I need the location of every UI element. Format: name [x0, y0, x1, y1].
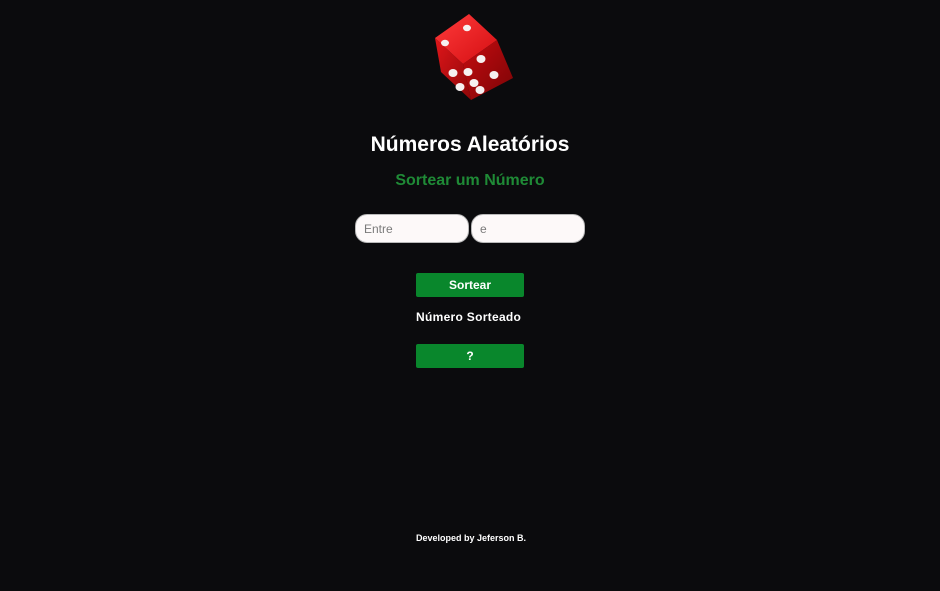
page-title: Números Aleatórios — [370, 133, 570, 156]
result-label: Número Sorteado — [416, 310, 522, 324]
page-subtitle: Sortear um Número — [395, 172, 545, 189]
result-value-box: ? — [416, 344, 524, 368]
draw-button[interactable]: Sortear — [416, 273, 524, 297]
page: Números Aleatórios Sortear um Número Sor… — [0, 0, 940, 591]
max-number-input[interactable] — [471, 214, 585, 243]
range-inputs — [355, 214, 585, 243]
dice-icon — [435, 14, 513, 100]
footer-credit: Developed by Jeferson B. — [416, 533, 527, 543]
min-number-input[interactable] — [355, 214, 469, 243]
